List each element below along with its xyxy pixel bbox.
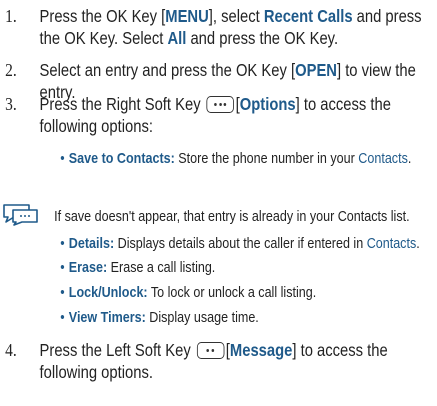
- right-soft-key-icon: [206, 96, 234, 113]
- list-item-text: View Timers: Display usage time.: [69, 309, 259, 327]
- bullet-dot: •: [60, 310, 65, 326]
- option-description: Store the phone number in your: [174, 151, 359, 167]
- list-item-text: Save to Contacts: Store the phone number…: [69, 150, 412, 168]
- step-number: 2.: [5, 60, 17, 80]
- step-text-part: and press the OK Key.: [186, 27, 339, 48]
- option-term: View Timers:: [68, 310, 146, 326]
- step-text-part: Press the Left Soft Key: [39, 340, 195, 360]
- option-description: Erase a call listing.: [107, 260, 216, 276]
- step-text-part: Press the Right Soft Key: [39, 94, 205, 114]
- left-soft-key-icon: [196, 342, 225, 359]
- step-number: 4.: [5, 340, 17, 360]
- note-text: If save doesn't appear, that entry is al…: [54, 209, 410, 225]
- manual-page: 1. Press the OK Key [MENU], select Recen…: [0, 0, 437, 406]
- option-description: Display usage time.: [145, 310, 259, 326]
- bullet-dot: •: [60, 285, 65, 301]
- all-label: All: [167, 27, 187, 48]
- recent-calls-label: Recent Calls: [263, 6, 353, 26]
- step-number: 3.: [5, 94, 17, 114]
- list-item-text: Lock/Unlock: To lock or unlock a call li…: [69, 284, 316, 302]
- step-text-part: Select an entry and press the OK Key [: [39, 60, 296, 80]
- step-number: 1.: [5, 6, 17, 26]
- option-term: Erase:: [68, 260, 108, 276]
- list-item-text: Erase: Erase a call listing.: [69, 259, 216, 277]
- punctuation: .: [407, 151, 412, 167]
- bullet-dot: •: [60, 151, 65, 167]
- step-text: Press the Left Soft Key [Message] to acc…: [40, 340, 423, 383]
- note-icon: [3, 204, 38, 226]
- step-text: Press the OK Key [MENU], select Recent C…: [40, 6, 423, 49]
- option-term: Lock/Unlock:: [68, 285, 148, 301]
- step-text-part: ], select: [208, 6, 264, 26]
- option-description: To lock or unlock a call listing.: [147, 285, 317, 301]
- options-label: Options: [239, 94, 296, 114]
- step-text-part: Press the OK Key [: [39, 6, 166, 26]
- punctuation: .: [416, 236, 420, 252]
- bullet-dot: •: [60, 236, 65, 252]
- message-label: Message: [229, 340, 293, 360]
- contacts-link: Contacts: [366, 236, 417, 252]
- open-key-label: OPEN: [295, 60, 337, 80]
- step-text: Press the Right Soft Key [Options] to ac…: [40, 94, 423, 137]
- list-item-text: Details: Displays details about the call…: [69, 235, 420, 253]
- bullet-dot: •: [60, 260, 65, 276]
- option-term: Save to Contacts:: [68, 151, 175, 167]
- menu-key-label: MENU: [165, 6, 209, 26]
- option-term: Details:: [68, 236, 115, 252]
- option-description: Displays details about the caller if ent…: [114, 236, 367, 252]
- contacts-link: Contacts: [358, 151, 408, 167]
